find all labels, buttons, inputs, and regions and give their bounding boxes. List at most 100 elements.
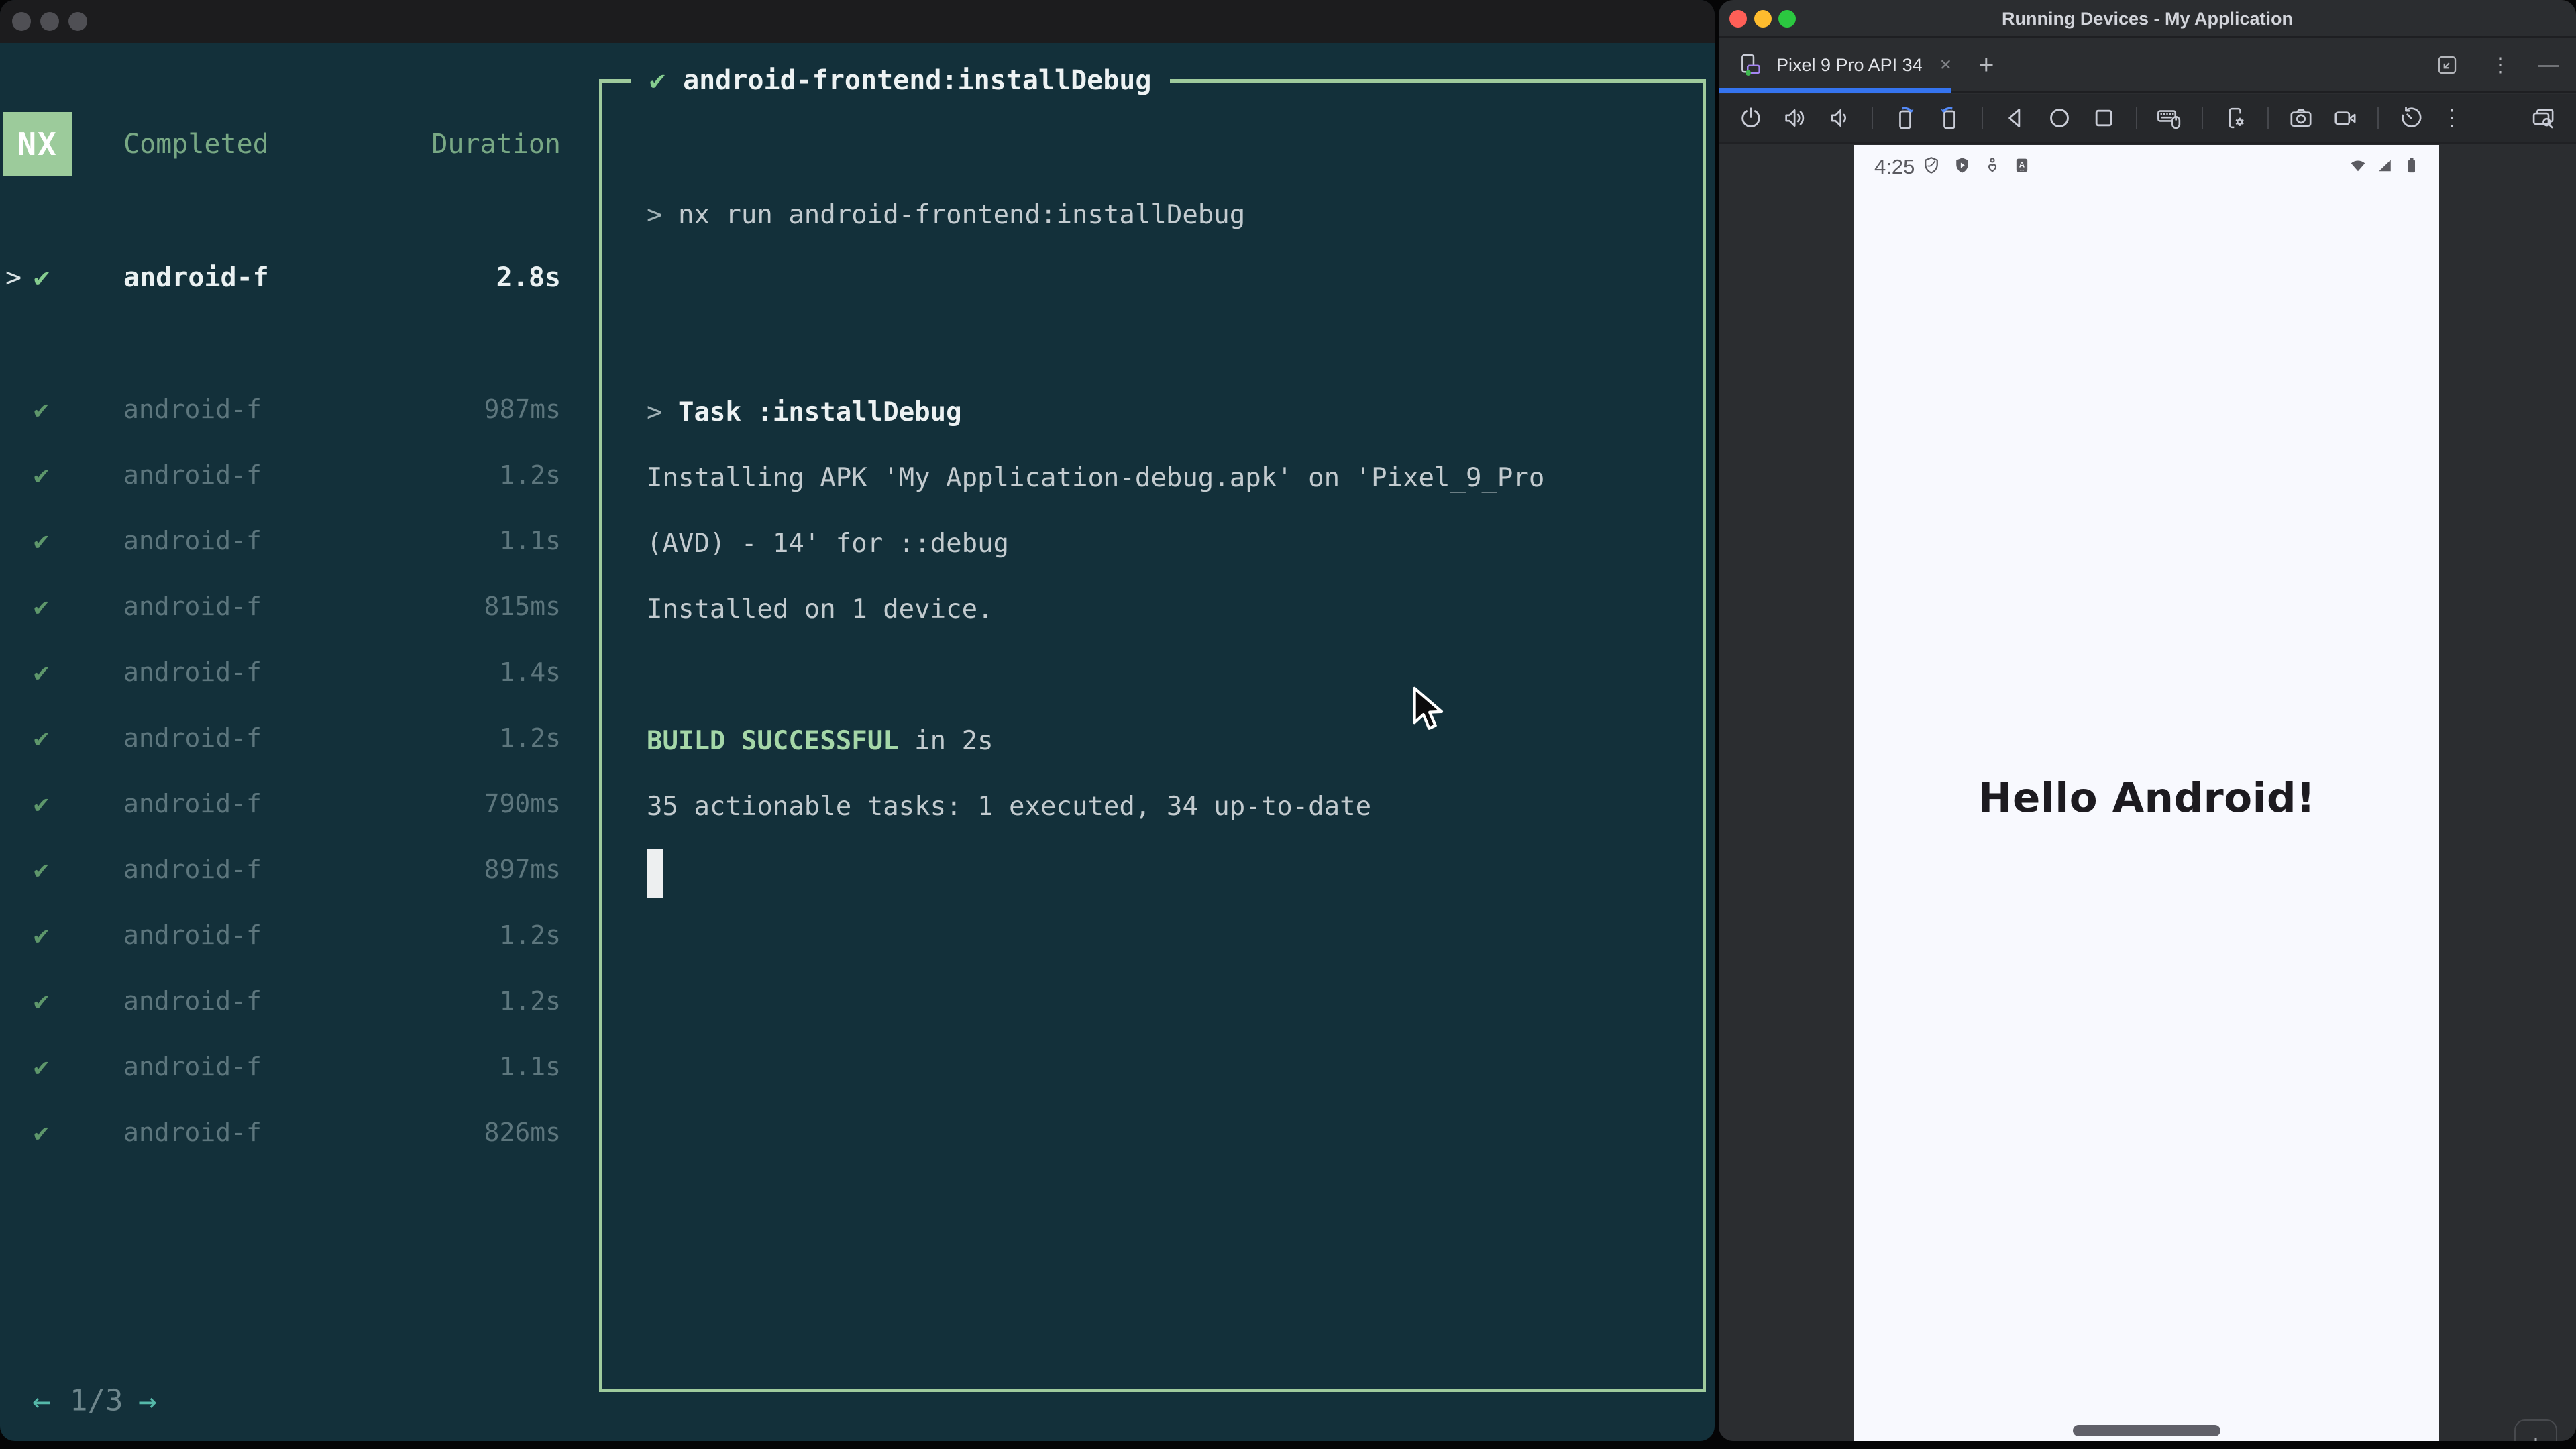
next-page-arrow-icon[interactable]: →: [138, 1383, 157, 1419]
overview-button-icon[interactable]: [2089, 103, 2118, 133]
task-row[interactable]: ✔ android-f 987ms: [0, 376, 577, 442]
terminal-text-cursor: [647, 849, 663, 898]
output-install-line-2: (AVD) - 14' for ::debug: [647, 529, 1010, 559]
prev-page-arrow-icon[interactable]: ←: [32, 1383, 51, 1419]
profile-heart-notification-icon: [1983, 156, 2002, 178]
tab-close-icon[interactable]: ×: [1940, 54, 1952, 76]
task-row[interactable]: ✔ android-f 1.1s: [0, 508, 577, 574]
hello-android-text: Hello Android!: [1978, 774, 2316, 822]
running-devices-window: Running Devices - My Application Pixel 9…: [1719, 0, 2576, 1441]
task-duration: 1.4s: [499, 657, 561, 687]
page-indicator: 1/3: [70, 1383, 123, 1418]
output-task-line: > Task :installDebug: [647, 397, 962, 427]
shield-play-notification-icon: [1952, 156, 1972, 179]
output-build-line: BUILD SUCCESSFUL in 2s: [647, 726, 994, 756]
task-duration: 1.2s: [499, 986, 561, 1016]
back-button-icon[interactable]: [2000, 103, 2030, 133]
rotate-right-icon[interactable]: [1935, 103, 1964, 133]
task-duration: 2.8s: [496, 262, 561, 293]
studio-titlebar[interactable]: Running Devices - My Application: [1719, 0, 2576, 38]
task-duration: 1.2s: [499, 460, 561, 490]
device-toolbar: ⋮: [1719, 94, 2576, 144]
wifi-status-icon: [2348, 156, 2368, 179]
status-time: 4:25: [1874, 155, 1915, 178]
emulator-screen[interactable]: 4:25 A ... Hello Android!: [1854, 145, 2439, 1441]
device-settings-icon[interactable]: [2220, 103, 2250, 133]
task-duration: 826ms: [484, 1118, 561, 1147]
check-icon: ✔: [649, 65, 666, 96]
terminal-window: NX Completed Duration > ✔ android-f 2.8s…: [0, 0, 1715, 1441]
toolbar-separator: [2267, 107, 2269, 129]
zoom-control-panel: + − 1:1: [2514, 1419, 2557, 1441]
svg-text:...: ...: [2020, 166, 2025, 172]
rotate-left-icon[interactable]: [1890, 103, 1920, 133]
more-options-icon[interactable]: ⋮: [2490, 54, 2510, 77]
task-row[interactable]: ✔ android-f 1.2s: [0, 902, 577, 968]
phone-device-icon: [1736, 50, 1766, 80]
task-output-title: ✔ android-frontend:installDebug: [631, 60, 1171, 101]
pagination: ← 1/3 →: [0, 1371, 215, 1430]
toolbar-separator: [2202, 107, 2203, 129]
task-row-selected[interactable]: > ✔ android-f 2.8s: [0, 246, 577, 310]
tab-label: Pixel 9 Pro API 34: [1776, 54, 1923, 75]
completed-task-list: ✔ android-f 987ms ✔ android-f 1.2s ✔ and…: [0, 376, 577, 1165]
emulator-status-bar: 4:25 A ...: [1854, 145, 2439, 189]
task-row[interactable]: ✔ android-f 790ms: [0, 771, 577, 837]
task-duration: 987ms: [484, 394, 561, 424]
toolbar-more-options-icon[interactable]: ⋮: [2440, 107, 2463, 129]
terminal-close-button[interactable]: [12, 12, 31, 31]
app-a-notification-icon: A ...: [2012, 156, 2031, 178]
output-installed-line: Installed on 1 device.: [647, 594, 994, 625]
window-title: Running Devices - My Application: [2001, 9, 2294, 29]
task-row[interactable]: ✔ android-f 1.2s: [0, 705, 577, 771]
task-duration: 1.1s: [499, 526, 561, 555]
toolbar-separator: [1872, 107, 1873, 129]
output-install-line-1: Installing APK 'My Application-debug.apk…: [647, 463, 1545, 493]
display-zoom-icon[interactable]: [2529, 103, 2559, 133]
terminal-minimize-button[interactable]: [40, 12, 59, 31]
terminal-titlebar[interactable]: [0, 0, 1715, 43]
active-tab-indicator: [1719, 88, 1951, 93]
output-summary-line: 35 actionable tasks: 1 executed, 34 up-t…: [647, 792, 1372, 822]
toolbar-separator: [1982, 107, 1983, 129]
add-device-tab-button[interactable]: +: [1978, 50, 1994, 80]
task-duration: 790ms: [484, 789, 561, 818]
task-row[interactable]: ✔ android-f 1.1s: [0, 1034, 577, 1099]
hide-panel-icon[interactable]: —: [2538, 54, 2559, 76]
column-header-duration: Duration: [431, 129, 561, 160]
task-row[interactable]: ✔ android-f 1.2s: [0, 442, 577, 508]
device-tab-bar: Pixel 9 Pro API 34 × + ⋮ —: [1719, 39, 2576, 93]
task-output-panel: ✔ android-frontend:installDebug > nx run …: [599, 60, 1706, 1392]
gesture-navigation-pill[interactable]: [2073, 1425, 2220, 1436]
shield-notification-icon: [1921, 156, 1941, 179]
mouse-cursor: [1406, 686, 1449, 736]
battery-status-icon: [2402, 156, 2422, 179]
task-row[interactable]: ✔ android-f 826ms: [0, 1099, 577, 1165]
task-row[interactable]: ✔ android-f 1.4s: [0, 639, 577, 705]
terminal-zoom-button[interactable]: [68, 12, 87, 31]
home-button-icon[interactable]: [2045, 103, 2074, 133]
task-duration: 1.1s: [499, 1052, 561, 1081]
tab-pixel-9-pro[interactable]: Pixel 9 Pro API 34 × +: [1719, 39, 1994, 93]
power-button-icon[interactable]: [1736, 103, 1766, 133]
toolbar-separator: [2136, 107, 2137, 129]
device-display-area: 4:25 A ... Hello Android!: [1719, 145, 2576, 1441]
zoom-in-button[interactable]: +: [2528, 1428, 2544, 1441]
task-duration: 1.2s: [499, 920, 561, 950]
screenshot-camera-icon[interactable]: [2286, 103, 2316, 133]
hardware-input-icon[interactable]: [2155, 103, 2184, 133]
screen-record-icon[interactable]: [2330, 103, 2360, 133]
task-row[interactable]: ✔ android-f 1.2s: [0, 968, 577, 1034]
reset-device-icon[interactable]: [2396, 103, 2426, 133]
task-duration: 1.2s: [499, 723, 561, 753]
toolbar-separator: [2377, 107, 2379, 129]
output-command-line: > nx run android-frontend:installDebug: [647, 200, 1246, 230]
task-duration: 897ms: [484, 855, 561, 884]
volume-down-icon[interactable]: [1825, 103, 1854, 133]
task-row[interactable]: ✔ android-f 897ms: [0, 837, 577, 902]
task-duration: 815ms: [484, 592, 561, 621]
volume-up-icon[interactable]: [1780, 103, 1810, 133]
dock-window-icon[interactable]: [2432, 50, 2462, 80]
task-row[interactable]: ✔ android-f 815ms: [0, 574, 577, 639]
cellular-signal-icon: [2375, 156, 2395, 179]
